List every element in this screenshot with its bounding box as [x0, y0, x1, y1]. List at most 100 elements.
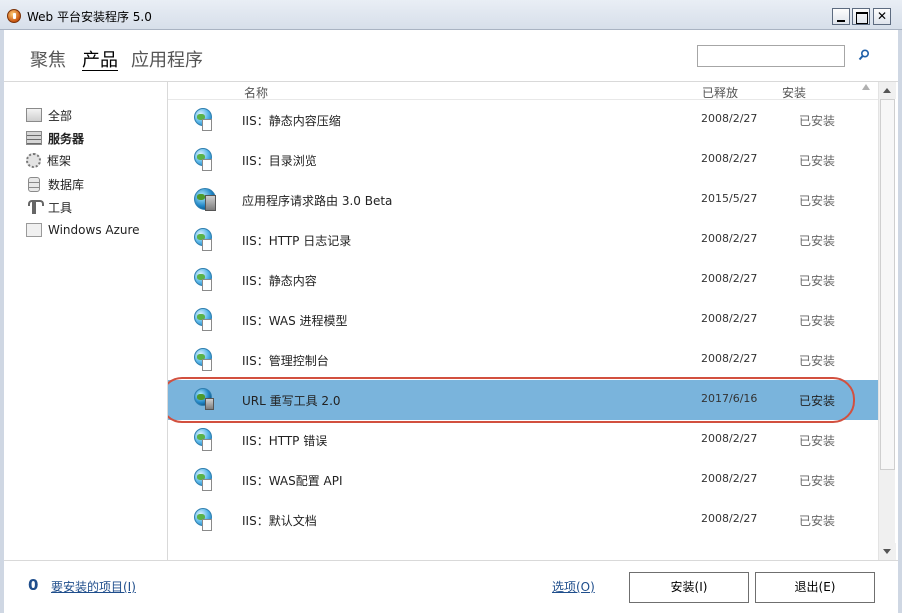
- tab-applications[interactable]: 应用程序: [131, 46, 203, 72]
- sidebar-item-label: 数据库: [48, 177, 85, 192]
- list-row[interactable]: 应用程序请求路由 3.0 Beta 2015/5/27 已安装: [168, 180, 878, 220]
- iis-globe-icon: [194, 108, 218, 132]
- row-name: IIS：WAS 进程模型: [242, 314, 348, 328]
- iis-globe-icon: [194, 428, 218, 452]
- sort-arrow-icon: [862, 84, 870, 90]
- iis-globe-icon: [194, 268, 218, 292]
- app-icon: [7, 9, 21, 23]
- row-status: 已安装: [799, 394, 836, 408]
- list-row[interactable]: IIS：静态内容压缩 2008/2/27 已安装: [168, 100, 878, 140]
- list-row-selected[interactable]: URL 重写工具 2.0 2017/6/16 已安装: [168, 377, 878, 423]
- folder-icon: [26, 223, 42, 237]
- row-date: 2008/2/27: [701, 352, 758, 365]
- list-row[interactable]: IIS：静态内容 2008/2/27 已安装: [168, 260, 878, 300]
- row-name: 应用程序请求路由 3.0 Beta: [242, 194, 393, 208]
- list-row[interactable]: IIS：管理控制台 2008/2/27 已安装: [168, 340, 878, 380]
- minimize-button[interactable]: [832, 8, 850, 25]
- footer-bar: 0 要安装的项目(I) 选项(O) 安装(I) 退出(E): [4, 560, 898, 613]
- window-title: Web 平台安装程序 5.0: [27, 10, 152, 24]
- items-to-install-link[interactable]: 要安装的项目(I): [51, 578, 136, 595]
- maximize-button[interactable]: [852, 8, 870, 25]
- row-date: 2008/2/27: [701, 312, 758, 325]
- tool-icon: [26, 200, 44, 214]
- row-status: 已安装: [799, 434, 836, 448]
- items-count: 0: [28, 576, 39, 594]
- sidebar-item-tools[interactable]: 工具: [26, 198, 72, 216]
- top-navigation: 聚焦 产品 应用程序: [4, 30, 898, 82]
- row-date: 2017/6/16: [701, 392, 758, 405]
- title-bar: Web 平台安装程序 5.0 ✕: [0, 0, 902, 30]
- server-icon: [26, 131, 42, 145]
- row-name: IIS：HTTP 错误: [242, 434, 328, 448]
- search-icon[interactable]: [858, 49, 870, 61]
- row-status: 已安装: [799, 354, 836, 368]
- column-header-install[interactable]: 安装: [782, 84, 806, 101]
- sidebar-item-label: Windows Azure: [48, 223, 140, 237]
- list-row[interactable]: IIS：HTTP 日志记录 2008/2/27 已安装: [168, 220, 878, 260]
- options-link[interactable]: 选项(O): [552, 578, 595, 595]
- folder-icon: [26, 108, 42, 122]
- window-frame-right: [898, 30, 902, 613]
- row-name: IIS：默认文档: [242, 514, 317, 528]
- column-header-name[interactable]: 名称: [244, 84, 268, 101]
- product-list: 名称 已释放 安装 IIS：静态内容压缩 2008/2/27 已安装 IIS：目…: [168, 82, 878, 560]
- scroll-down-arrow-icon[interactable]: [879, 543, 896, 560]
- exit-button[interactable]: 退出(E): [755, 572, 875, 603]
- sidebar-item-server[interactable]: 服务器: [26, 129, 84, 147]
- tab-spotlight[interactable]: 聚焦: [30, 46, 66, 72]
- row-name: IIS：静态内容压缩: [242, 114, 341, 128]
- list-row[interactable]: IIS：WAS配置 API 2008/2/27 已安装: [168, 460, 878, 500]
- list-row[interactable]: IIS：HTTP 错误 2008/2/27 已安装: [168, 420, 878, 460]
- iis-globe-icon: [194, 308, 218, 332]
- scroll-up-arrow-icon[interactable]: [879, 82, 896, 99]
- sidebar-item-label: 工具: [48, 200, 73, 215]
- sidebar-item-label: 全部: [48, 108, 73, 123]
- row-name: URL 重写工具 2.0: [242, 394, 341, 408]
- row-name: IIS：静态内容: [242, 274, 317, 288]
- row-status: 已安装: [799, 194, 836, 208]
- vertical-scrollbar[interactable]: [878, 82, 896, 560]
- close-button[interactable]: ✕: [873, 8, 891, 25]
- iis-globe-icon: [194, 148, 218, 172]
- database-icon: [28, 176, 40, 192]
- row-date: 2008/2/27: [701, 512, 758, 525]
- row-date: 2008/2/27: [701, 472, 758, 485]
- scrollbar-thumb[interactable]: [880, 99, 895, 470]
- sidebar-item-windows-azure[interactable]: Windows Azure: [26, 221, 140, 239]
- row-status: 已安装: [799, 154, 836, 168]
- sidebar-item-label: 框架: [47, 153, 72, 168]
- row-date: 2008/2/27: [701, 272, 758, 285]
- category-sidebar: 全部 服务器 框架 数据库 工具 Windows Azure: [4, 82, 168, 560]
- gear-icon: [26, 152, 41, 168]
- tab-products[interactable]: 产品: [82, 46, 118, 72]
- list-row[interactable]: IIS：目录浏览 2008/2/27 已安装: [168, 140, 878, 180]
- list-row[interactable]: IIS：默认文档 2008/2/27 已安装: [168, 500, 878, 540]
- sidebar-item-database[interactable]: 数据库: [26, 175, 84, 193]
- iis-globe-icon: [194, 348, 218, 372]
- iis-globe-icon: [194, 468, 218, 492]
- sidebar-item-framework[interactable]: 框架: [26, 151, 71, 169]
- install-button[interactable]: 安装(I): [629, 572, 749, 603]
- sidebar-item-label: 服务器: [48, 131, 85, 146]
- row-date: 2008/2/27: [701, 152, 758, 165]
- row-name: IIS：目录浏览: [242, 154, 317, 168]
- search-input[interactable]: [697, 45, 845, 67]
- row-name: IIS：HTTP 日志记录: [242, 234, 352, 248]
- row-status: 已安装: [799, 274, 836, 288]
- row-status: 已安装: [799, 474, 836, 488]
- iis-globe-icon: [194, 508, 218, 532]
- row-status: 已安装: [799, 514, 836, 528]
- row-status: 已安装: [799, 314, 836, 328]
- iis-globe-icon: [194, 228, 218, 252]
- row-status: 已安装: [799, 234, 836, 248]
- row-date: 2008/2/27: [701, 112, 758, 125]
- row-name: IIS：管理控制台: [242, 354, 329, 368]
- row-status: 已安装: [799, 114, 836, 128]
- column-header-date[interactable]: 已释放: [702, 84, 738, 101]
- row-date: 2008/2/27: [701, 432, 758, 445]
- arr-globe-server-icon: [194, 188, 218, 212]
- sidebar-item-all[interactable]: 全部: [26, 106, 72, 124]
- list-row[interactable]: IIS：WAS 进程模型 2008/2/27 已安装: [168, 300, 878, 340]
- row-name: IIS：WAS配置 API: [242, 474, 343, 488]
- url-rewrite-icon: [194, 388, 218, 412]
